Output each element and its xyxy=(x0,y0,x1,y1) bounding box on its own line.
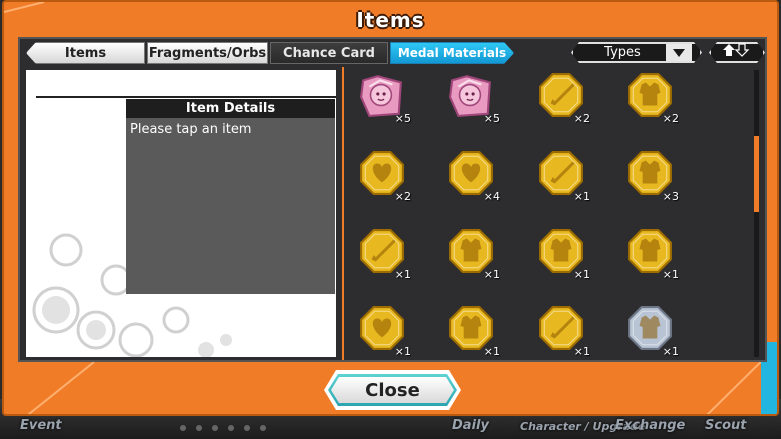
item-quantity: ×1 xyxy=(573,190,590,203)
close-button-label: Close xyxy=(365,379,420,401)
panel-divider xyxy=(342,67,344,360)
medal-item-slot[interactable]: ×1 xyxy=(442,302,502,359)
item-quantity: ×1 xyxy=(662,345,679,358)
item-quantity: ×1 xyxy=(394,345,411,358)
medal-item-slot[interactable]: ×1 xyxy=(621,225,681,287)
item-quantity: ×1 xyxy=(662,268,679,281)
page-dots xyxy=(180,425,266,431)
medal-item-slot[interactable]: ×1 xyxy=(442,225,502,287)
sort-order-button[interactable] xyxy=(709,42,765,63)
item-quantity: ×1 xyxy=(573,345,590,358)
tab-fragments-orbs[interactable]: Fragments/Orbs xyxy=(147,42,268,64)
tab-medal-materials[interactable]: Medal Materials xyxy=(390,42,514,64)
item-quantity: ×5 xyxy=(483,112,500,125)
medal-item-slot[interactable]: ×5 xyxy=(442,69,502,131)
item-details-placeholder: Please tap an item xyxy=(130,122,252,137)
sort-type-label: Types xyxy=(604,45,641,60)
item-quantity: ×3 xyxy=(662,190,679,203)
medal-item-slot[interactable]: ×1 xyxy=(621,302,681,359)
medal-item-slot[interactable]: ×5 xyxy=(353,69,413,131)
medal-item-slot[interactable]: ×2 xyxy=(532,69,592,131)
item-quantity: ×2 xyxy=(394,190,411,203)
bg-nav-daily: Daily xyxy=(452,418,489,433)
bg-nav-exchange: Exchange xyxy=(615,418,686,433)
medal-item-slot[interactable]: ×3 xyxy=(621,147,681,209)
grid-scrollbar[interactable] xyxy=(754,70,759,357)
medal-item-slot[interactable]: ×1 xyxy=(353,302,413,359)
item-quantity: ×2 xyxy=(573,112,590,125)
item-quantity: ×1 xyxy=(483,345,500,358)
bg-nav-event: Event xyxy=(20,418,62,433)
item-quantity: ×1 xyxy=(573,268,590,281)
item-details-area: Item Details Please tap an item xyxy=(26,70,336,357)
tab-chance-card[interactable]: Chance Card xyxy=(270,42,388,64)
close-button[interactable]: Close xyxy=(324,370,461,410)
details-divider xyxy=(36,96,336,98)
medal-item-slot[interactable]: ×1 xyxy=(353,225,413,287)
medal-item-slot[interactable]: ×2 xyxy=(353,147,413,209)
medal-item-slot[interactable]: ×4 xyxy=(442,147,502,209)
medal-materials-grid: ×5 ×5 ×2 ×2 ×2 ×4 ×1 ×3 ×1 ×1 ×1 ×1 ×1 ×1 ×1 ×1 xyxy=(353,69,748,359)
sort-type-dropdown[interactable]: Types xyxy=(571,42,702,63)
tab-bar: Items Fragments/Orbs Chance Card Medal M… xyxy=(26,42,516,64)
item-quantity: ×4 xyxy=(483,190,500,203)
medal-item-slot[interactable]: ×1 xyxy=(532,225,592,287)
item-quantity: ×5 xyxy=(394,112,411,125)
item-details-body: Please tap an item xyxy=(126,118,335,294)
sort-order-up-down-icon xyxy=(722,43,752,62)
item-quantity: ×1 xyxy=(394,268,411,281)
modal-title: Items xyxy=(356,8,425,32)
medal-item-slot[interactable]: ×1 xyxy=(532,302,592,359)
bg-nav-scout: Scout xyxy=(705,418,747,433)
tab-items[interactable]: Items xyxy=(26,42,145,64)
items-modal: Items Items Fragments/Orbs Chance Card M… xyxy=(2,0,779,416)
item-quantity: ×2 xyxy=(662,112,679,125)
scrollbar-thumb[interactable] xyxy=(754,136,759,212)
medal-item-slot[interactable]: ×2 xyxy=(621,69,681,131)
item-details-header: Item Details xyxy=(126,99,335,118)
title-bar: Items xyxy=(4,2,777,38)
medal-item-slot[interactable]: ×1 xyxy=(532,147,592,209)
content-panel: Items Fragments/Orbs Chance Card Medal M… xyxy=(18,37,767,362)
triangle-down-icon xyxy=(666,44,692,61)
item-quantity: ×1 xyxy=(483,268,500,281)
